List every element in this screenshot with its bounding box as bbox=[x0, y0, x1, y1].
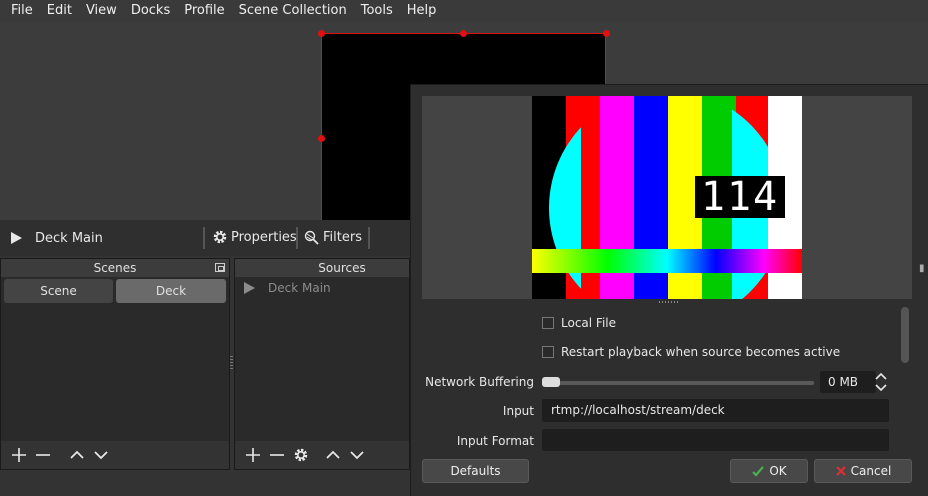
sources-dock: Sources Deck Main bbox=[234, 258, 410, 470]
menu-help[interactable]: Help bbox=[400, 0, 444, 22]
play-icon[interactable] bbox=[242, 281, 256, 295]
properties-dialog: 114 Local File Restart playback when sou… bbox=[410, 84, 928, 496]
menu-file[interactable]: File bbox=[4, 0, 40, 22]
resize-handle-top-left[interactable] bbox=[318, 30, 325, 37]
source-context-bar: Deck Main Properties Filters bbox=[0, 220, 410, 256]
resize-handle-top-middle[interactable] bbox=[460, 30, 467, 37]
properties-scrollbar[interactable] bbox=[901, 307, 909, 363]
scene-item[interactable]: Scene bbox=[4, 279, 113, 303]
ok-button[interactable]: OK bbox=[730, 459, 808, 483]
add-source-icon[interactable] bbox=[241, 443, 265, 467]
dock-float-icon[interactable] bbox=[215, 263, 225, 272]
sources-dock-title: Sources bbox=[235, 259, 409, 277]
menu-tools[interactable]: Tools bbox=[354, 0, 400, 22]
context-separator bbox=[296, 227, 298, 249]
cancel-button[interactable]: Cancel bbox=[814, 459, 912, 483]
scenes-dock: Scenes Scene Deck bbox=[0, 258, 230, 470]
defaults-button[interactable]: Defaults bbox=[422, 459, 529, 483]
menubar: File Edit View Docks Profile Scene Colle… bbox=[0, 0, 928, 22]
resize-handle-top-right[interactable] bbox=[603, 30, 610, 37]
test-card-image: 114 bbox=[532, 96, 802, 299]
source-item-label: Deck Main bbox=[268, 281, 331, 295]
local-file-checkbox[interactable] bbox=[542, 317, 554, 329]
move-scene-down-icon[interactable] bbox=[89, 443, 113, 467]
preview-resize-grip[interactable] bbox=[659, 301, 679, 303]
cancel-label: Cancel bbox=[850, 464, 892, 478]
source-item[interactable]: Deck Main bbox=[237, 279, 412, 297]
network-buffering-spinbox[interactable]: 0 MB bbox=[820, 371, 876, 393]
menu-scene-collection[interactable]: Scene Collection bbox=[232, 0, 354, 22]
add-scene-icon[interactable] bbox=[7, 443, 31, 467]
source-settings-gear-icon[interactable] bbox=[289, 443, 313, 467]
menu-docks[interactable]: Docks bbox=[124, 0, 177, 22]
obs-main-window: File Edit View Docks Profile Scene Colle… bbox=[0, 0, 928, 496]
menu-edit[interactable]: Edit bbox=[40, 0, 79, 22]
properties-label: Properties bbox=[231, 229, 297, 245]
remove-source-icon[interactable] bbox=[265, 443, 289, 467]
input-label: Input bbox=[502, 404, 534, 418]
scenes-dock-title: Scenes bbox=[1, 259, 229, 277]
move-source-down-icon[interactable] bbox=[345, 443, 369, 467]
scene-item-selected[interactable]: Deck bbox=[116, 279, 226, 303]
filters-button[interactable]: Filters bbox=[304, 229, 362, 245]
network-buffering-slider-handle[interactable] bbox=[542, 377, 560, 387]
source-preview: 114 bbox=[422, 96, 912, 299]
test-card-rainbow bbox=[532, 249, 802, 273]
play-icon[interactable] bbox=[9, 231, 23, 245]
properties-button[interactable]: Properties bbox=[212, 229, 297, 245]
restart-playback-checkbox[interactable] bbox=[542, 346, 554, 358]
move-source-up-icon[interactable] bbox=[321, 443, 345, 467]
edge-resize-marker: ▮ bbox=[919, 263, 925, 274]
filters-icon bbox=[304, 230, 319, 245]
sources-title-text: Sources bbox=[318, 261, 366, 275]
context-separator bbox=[203, 227, 205, 249]
ok-label: OK bbox=[769, 464, 787, 478]
preview-clock-text: 114 bbox=[695, 176, 785, 218]
network-buffering-slider[interactable] bbox=[542, 381, 814, 385]
scenes-toolbar bbox=[1, 441, 229, 469]
move-scene-up-icon[interactable] bbox=[65, 443, 89, 467]
gear-icon bbox=[213, 230, 227, 244]
local-file-label: Local File bbox=[561, 316, 616, 330]
resize-handle-left-middle[interactable] bbox=[318, 135, 325, 142]
menu-view[interactable]: View bbox=[79, 0, 124, 22]
network-buffering-label: Network Buffering bbox=[425, 375, 534, 389]
context-source-name: Deck Main bbox=[35, 230, 103, 246]
remove-scene-icon[interactable] bbox=[31, 443, 55, 467]
input-format-field[interactable] bbox=[542, 429, 889, 451]
menu-profile[interactable]: Profile bbox=[177, 0, 231, 22]
dock-splitter-handle[interactable] bbox=[230, 356, 233, 370]
spin-up-down-icon[interactable] bbox=[873, 370, 889, 394]
context-separator bbox=[368, 227, 370, 249]
filters-label: Filters bbox=[323, 229, 362, 245]
input-format-label: Input Format bbox=[456, 434, 534, 448]
defaults-label: Defaults bbox=[450, 464, 501, 478]
toolbar-spacer bbox=[55, 443, 65, 467]
restart-playback-label: Restart playback when source becomes act… bbox=[561, 345, 841, 359]
toolbar-spacer bbox=[313, 443, 321, 467]
restart-playback-checkbox-row[interactable]: Restart playback when source becomes act… bbox=[542, 345, 840, 359]
input-field[interactable]: rtmp://localhost/stream/deck bbox=[542, 399, 889, 422]
scenes-title-text: Scenes bbox=[93, 261, 137, 275]
cancel-x-icon bbox=[835, 466, 846, 476]
local-file-checkbox-row[interactable]: Local File bbox=[542, 316, 616, 330]
sources-toolbar bbox=[235, 441, 409, 469]
ok-check-icon bbox=[752, 466, 765, 477]
